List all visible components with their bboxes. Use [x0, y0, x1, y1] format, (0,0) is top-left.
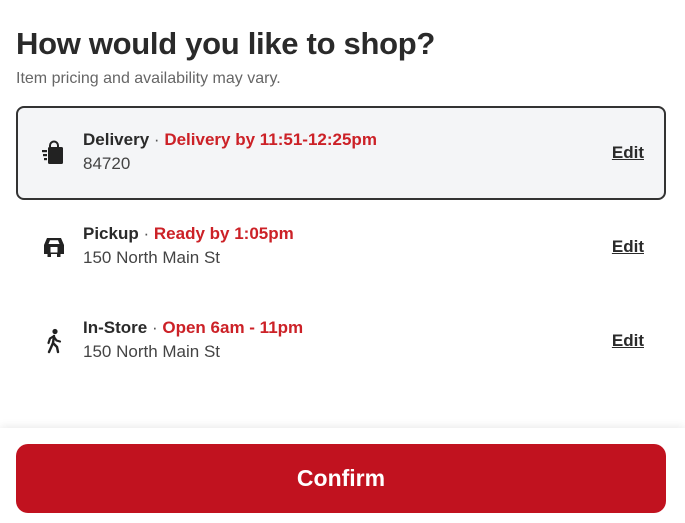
fulfillment-option-in-store[interactable]: In-Store · Open 6am - 11pm 150 North Mai… — [16, 294, 666, 388]
car-icon-svg — [44, 238, 64, 257]
option-text: In-Store · Open 6am - 11pm 150 North Mai… — [83, 316, 574, 364]
option-detail: 150 North Main St — [83, 248, 221, 267]
dialog-title: How would you like to shop? — [16, 26, 435, 61]
dialog-footer: Confirm — [0, 428, 685, 523]
option-name: Delivery — [83, 130, 150, 149]
option-detail: 84720 — [83, 154, 131, 173]
delivery-bag-icon — [40, 139, 68, 167]
edit-in-store-link[interactable]: Edit — [612, 329, 644, 353]
option-status: Open 6am - 11pm — [162, 318, 304, 337]
edit-delivery-link[interactable]: Edit — [612, 141, 644, 165]
option-heading: In-Store · Open 6am - 11pm — [83, 316, 574, 340]
separator-dot: · — [153, 130, 160, 149]
fulfillment-options-list: Delivery · Delivery by 11:51-12:25pm 847… — [16, 106, 666, 388]
option-detail: 150 North Main St — [83, 342, 221, 361]
option-text: Pickup · Ready by 1:05pm 150 North Main … — [83, 222, 574, 270]
walking-person-icon — [40, 327, 68, 355]
confirm-button[interactable]: Confirm — [16, 444, 666, 513]
separator-dot: · — [143, 224, 150, 243]
car-icon — [40, 233, 68, 261]
walking-person-icon-svg — [47, 328, 62, 354]
delivery-bag-icon-svg — [42, 140, 63, 164]
option-status: Delivery by 11:51-12:25pm — [164, 130, 377, 149]
shopping-mode-dialog: How would you like to shop? Item pricing… — [0, 0, 685, 523]
edit-pickup-link[interactable]: Edit — [612, 235, 644, 259]
fulfillment-option-delivery[interactable]: Delivery · Delivery by 11:51-12:25pm 847… — [16, 106, 666, 200]
option-name: In-Store — [83, 318, 148, 337]
separator-dot: · — [151, 318, 158, 337]
option-heading: Delivery · Delivery by 11:51-12:25pm — [83, 128, 574, 152]
option-name: Pickup — [83, 224, 139, 243]
option-status: Ready by 1:05pm — [153, 224, 294, 243]
option-text: Delivery · Delivery by 11:51-12:25pm 847… — [83, 128, 574, 176]
fulfillment-option-pickup[interactable]: Pickup · Ready by 1:05pm 150 North Main … — [16, 200, 666, 294]
dialog-subtitle: Item pricing and availability may vary. — [16, 70, 281, 87]
option-heading: Pickup · Ready by 1:05pm — [83, 222, 574, 246]
